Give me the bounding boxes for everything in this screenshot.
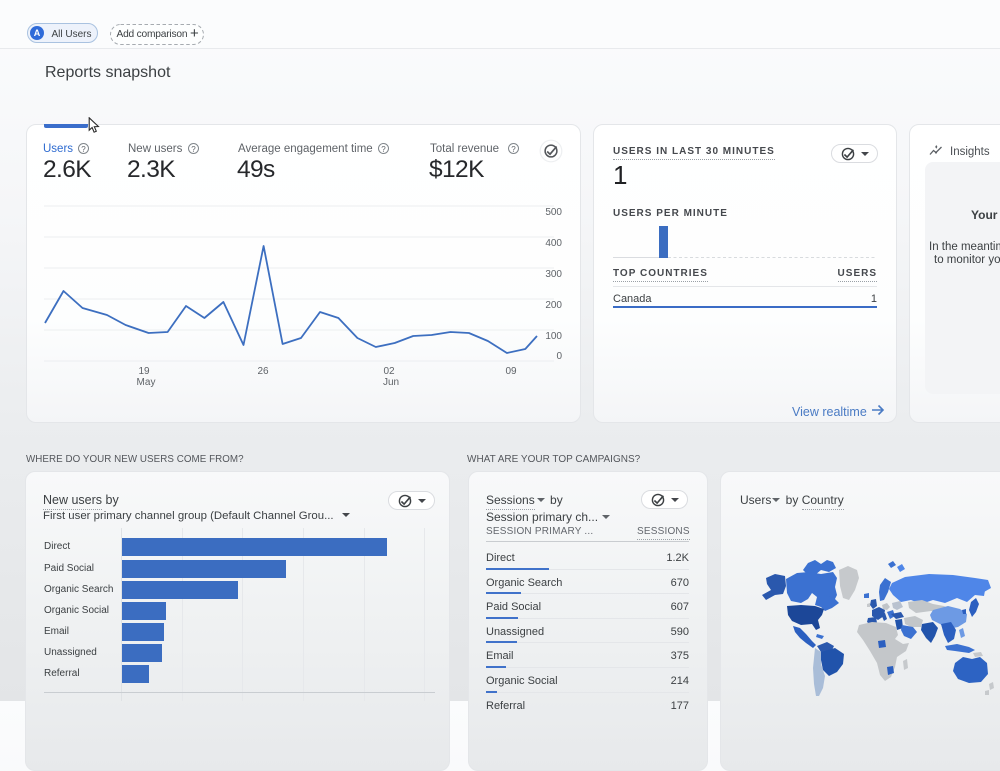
- svg-text:100: 100: [545, 331, 562, 342]
- svg-text:09: 09: [505, 366, 517, 377]
- svg-text:500: 500: [545, 207, 562, 218]
- svg-text:May: May: [137, 377, 156, 388]
- svg-text:02: 02: [383, 366, 395, 377]
- svg-text:26: 26: [257, 366, 269, 377]
- svg-text:0: 0: [556, 351, 562, 362]
- svg-text:19: 19: [138, 366, 150, 377]
- svg-text:400: 400: [545, 238, 562, 249]
- svg-text:300: 300: [545, 269, 562, 280]
- svg-text:Jun: Jun: [383, 377, 399, 388]
- svg-text:200: 200: [545, 300, 562, 311]
